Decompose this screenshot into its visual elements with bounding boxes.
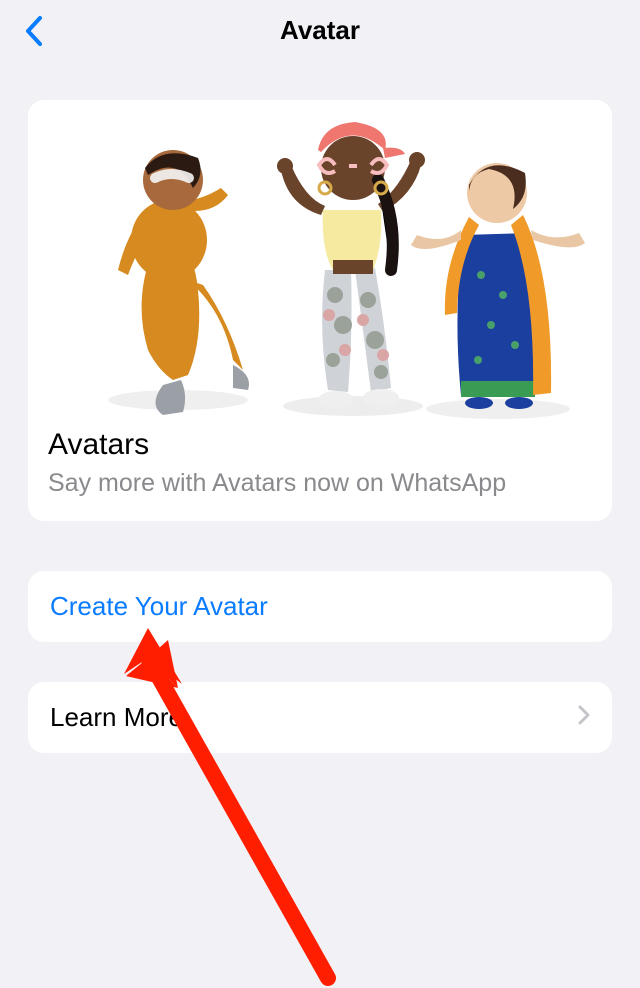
nav-bar: Avatar <box>0 0 640 60</box>
chevron-right-icon <box>578 705 590 730</box>
learn-more-button[interactable]: Learn More <box>28 682 612 753</box>
create-avatar-button[interactable]: Create Your Avatar <box>28 571 612 642</box>
back-button[interactable] <box>14 12 54 52</box>
avatars-hero-card: Avatars Say more with Avatars now on Wha… <box>28 100 612 521</box>
learn-more-label: Learn More <box>50 702 183 733</box>
page-title: Avatar <box>280 15 360 46</box>
content: Avatars Say more with Avatars now on Wha… <box>0 60 640 753</box>
hero-title: Avatars <box>28 420 612 468</box>
hero-subtitle: Say more with Avatars now on WhatsApp <box>28 468 612 499</box>
chevron-left-icon <box>25 16 43 49</box>
avatars-illustration <box>28 100 612 420</box>
avatar-figure-3 <box>403 145 593 425</box>
avatar-figure-1 <box>93 140 263 420</box>
create-avatar-label: Create Your Avatar <box>50 591 268 622</box>
